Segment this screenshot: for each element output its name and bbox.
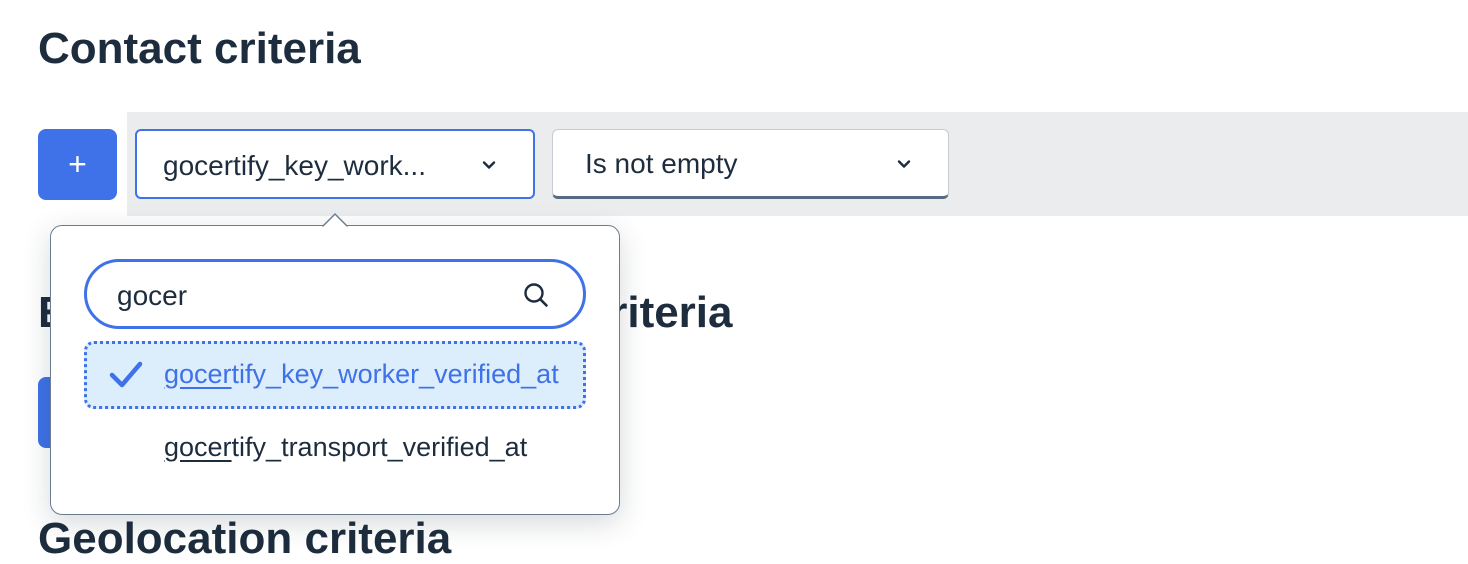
option-rest-text: tify_key_worker_verified_at [231, 359, 559, 389]
chevron-down-icon [482, 161, 496, 169]
check-icon [109, 361, 143, 388]
option-match-text: gocer [164, 359, 232, 389]
dropdown-option-selected[interactable]: gocertify_key_worker_verified_at [84, 341, 586, 409]
chevron-down-icon [897, 160, 911, 168]
option-match-text: gocer [164, 432, 232, 462]
field-select[interactable]: gocertify_key_work... [135, 129, 535, 199]
plus-icon: + [68, 146, 87, 182]
field-select-value: gocertify_key_work... [163, 150, 426, 181]
add-contact-criteria-button[interactable]: + [38, 129, 117, 200]
option-label: gocertify_transport_verified_at [164, 432, 527, 463]
dropdown-option[interactable]: gocertify_transport_verified_at [84, 414, 586, 482]
operator-select-value: Is not empty [585, 148, 738, 179]
geolocation-criteria-heading: Geolocation criteria [38, 514, 452, 563]
field-search-value: gocer [117, 280, 188, 311]
operator-select[interactable]: Is not empty [552, 129, 949, 199]
field-search-input[interactable]: gocer [84, 259, 586, 329]
option-label: gocertify_key_worker_verified_at [164, 359, 559, 390]
option-rest-text: tify_transport_verified_at [231, 432, 528, 462]
field-dropdown-popover: gocer gocertify_key_worker_verified_at g… [50, 225, 620, 515]
page-title: Contact criteria [38, 24, 361, 73]
search-icon [524, 283, 548, 307]
popover-arrow [322, 212, 348, 228]
